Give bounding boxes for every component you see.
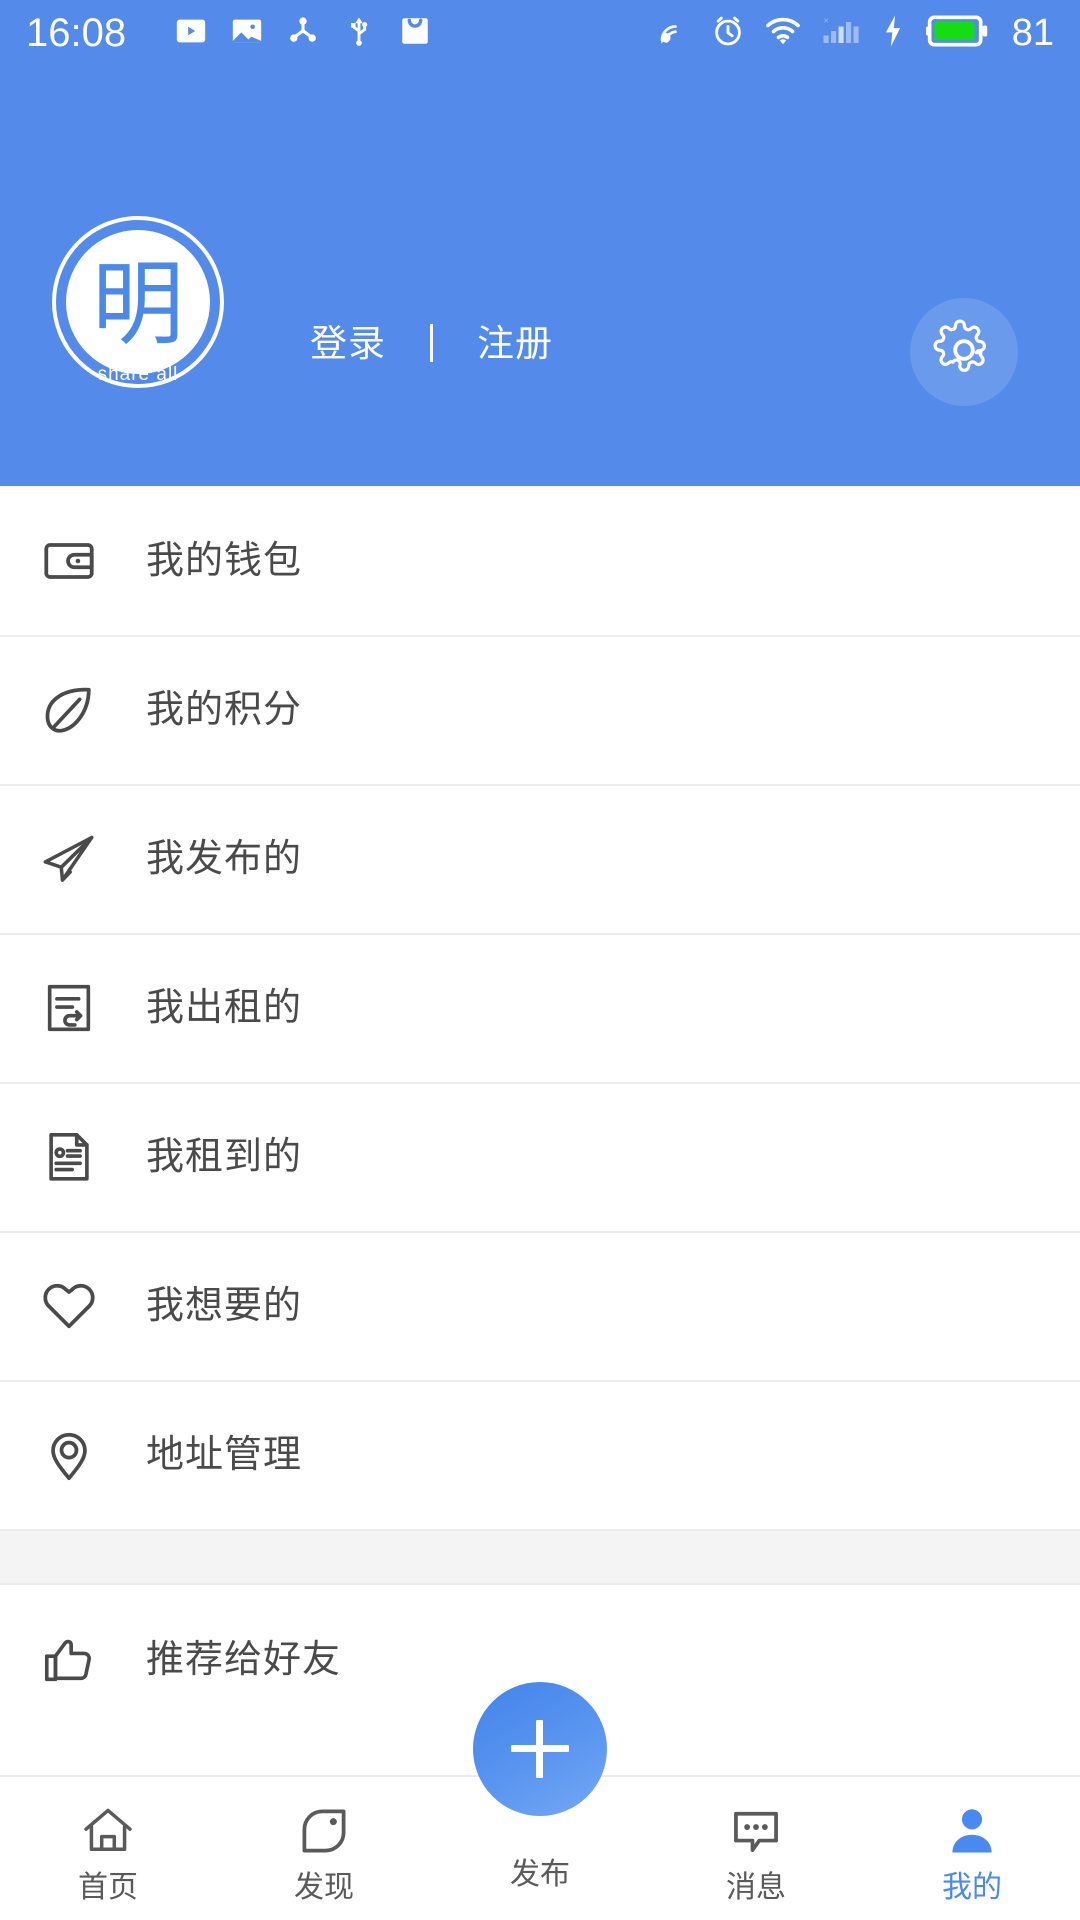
paper-plane-icon [30, 830, 108, 888]
menu-item-label: 我出租的 [146, 986, 303, 1029]
status-bar-left: 16:08 [26, 13, 656, 53]
location-pin-icon [30, 1426, 108, 1484]
nav-label: 消息 [726, 1870, 786, 1904]
menu-item-label: 我想要的 [146, 1284, 303, 1327]
nav-item-discover[interactable]: 发现 [216, 1777, 432, 1920]
charging-bolt-icon [878, 14, 908, 53]
menu-item-label: 我发布的 [146, 837, 303, 880]
nav-item-profile[interactable]: 我的 [864, 1777, 1080, 1920]
menu-item-address[interactable]: 地址管理 [0, 1380, 1080, 1529]
person-icon [944, 1801, 1000, 1859]
svg-text:×: × [823, 15, 828, 25]
gear-icon [932, 318, 996, 387]
image-icon [230, 14, 264, 53]
menu-item-rent-out[interactable]: 我出租的 [0, 933, 1080, 1082]
battery-icon [925, 14, 988, 53]
discover-icon [296, 1801, 352, 1859]
thumbs-up-icon [30, 1631, 108, 1689]
login-link[interactable]: 登录 [310, 325, 386, 362]
register-link[interactable]: 注册 [477, 325, 553, 362]
battery-percent-label: 81 [1011, 12, 1054, 54]
status-bar-right: × 81 [656, 12, 1054, 55]
avatar-character: 明 [91, 251, 184, 358]
publish-fab-button[interactable] [473, 1682, 607, 1816]
nav-label: 首页 [78, 1870, 138, 1904]
status-bar: 16:08 × 81 [0, 0, 1080, 66]
inbox-icon [398, 14, 432, 53]
section-divider [0, 1529, 1080, 1585]
settings-button[interactable] [910, 298, 1018, 406]
profile-header: 明 share all 登录 注册 [0, 66, 1080, 486]
menu-item-wallet[interactable]: 我的钱包 [0, 486, 1080, 635]
menu-group-primary: 我的钱包 我的积分 我发布的 我出租的 我租到的 我想要的 地址管理 [0, 486, 1080, 1529]
publish-fab-label: 发布 [510, 1858, 570, 1891]
home-icon [80, 1801, 136, 1859]
menu-item-rented[interactable]: 我租到的 [0, 1082, 1080, 1231]
status-time: 16:08 [26, 11, 127, 55]
cellular-signal-icon: × [820, 13, 860, 54]
avatar[interactable]: 明 share all [52, 216, 224, 388]
menu-item-label: 我租到的 [146, 1135, 303, 1178]
plus-icon [511, 1720, 569, 1778]
auth-links: 登录 注册 [310, 324, 553, 362]
rent-out-doc-icon [30, 979, 108, 1037]
wifi-icon [764, 12, 802, 55]
video-play-icon [174, 14, 208, 53]
nav-label: 我的 [942, 1870, 1002, 1904]
menu-item-points[interactable]: 我的积分 [0, 635, 1080, 784]
avatar-image: 明 [66, 230, 210, 374]
nav-item-messages[interactable]: 消息 [648, 1777, 864, 1920]
heart-icon [30, 1277, 108, 1335]
menu-item-label: 推荐给好友 [146, 1638, 342, 1681]
rented-doc-icon [30, 1128, 108, 1186]
auth-divider [430, 324, 433, 362]
avatar-subtitle: share all [97, 364, 179, 385]
alarm-clock-icon [710, 13, 746, 54]
nav-item-home[interactable]: 首页 [0, 1777, 216, 1920]
usb-icon [342, 14, 376, 53]
menu-item-wishlist[interactable]: 我想要的 [0, 1231, 1080, 1380]
leaf-icon [30, 681, 108, 739]
menu-item-my-posts[interactable]: 我发布的 [0, 784, 1080, 933]
nav-label: 发现 [294, 1870, 354, 1904]
menu-item-label: 我的积分 [146, 688, 303, 731]
menu-item-label: 地址管理 [146, 1433, 303, 1476]
share-nodes-icon [286, 14, 320, 53]
location-satellite-icon [656, 13, 692, 54]
menu-item-label: 我的钱包 [146, 539, 303, 582]
wallet-icon [30, 532, 108, 590]
message-icon [728, 1801, 784, 1859]
